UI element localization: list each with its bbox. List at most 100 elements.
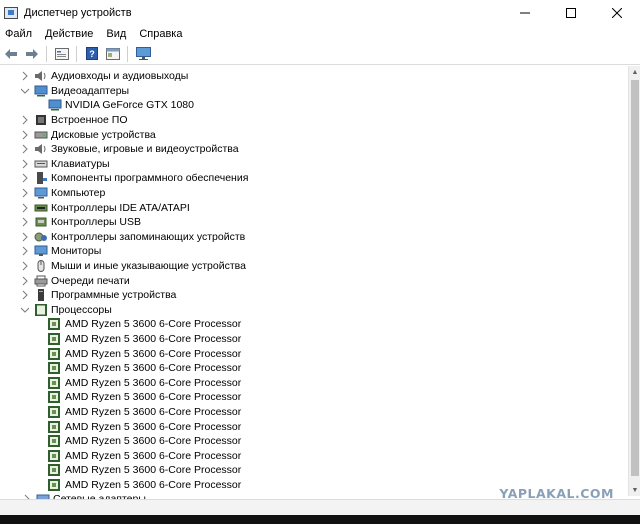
menu-file[interactable]: Файл — [5, 28, 32, 40]
forward-arrow-icon — [26, 48, 38, 59]
tree-category[interactable]: Контроллеры USB — [20, 215, 141, 230]
scrollbar-thumb[interactable] — [631, 80, 639, 476]
tree-category[interactable]: Очереди печати — [20, 273, 130, 288]
processor-chip-icon — [48, 479, 60, 492]
expand-toggle-collapsed[interactable] — [20, 290, 30, 300]
tree-device-item[interactable]: AMD Ryzen 5 3600 6-Core Processor — [48, 390, 241, 405]
tree-category[interactable]: Компоненты программного обеспечения — [20, 171, 248, 186]
tree-category[interactable]: Дисковые устройства — [20, 127, 156, 142]
chevron-right-icon[interactable] — [20, 290, 30, 300]
tree-category[interactable]: Мыши и иные указывающие устройства — [20, 259, 246, 274]
keyboard-icon — [34, 158, 48, 170]
tree-category[interactable]: Процессоры — [20, 303, 112, 318]
tree-category-label: Клавиатуры — [51, 157, 110, 170]
monitor-scan-icon — [135, 47, 151, 60]
device-tree[interactable]: Аудиовходы и аудиовыходы Видеоадаптеры NVI… — [0, 66, 628, 496]
chevron-down-icon[interactable] — [20, 86, 30, 96]
tree-category[interactable]: Контроллеры IDE ATA/ATAPI — [20, 200, 190, 215]
tree-device-item[interactable]: AMD Ryzen 5 3600 6-Core Processor — [48, 376, 241, 391]
menu-action[interactable]: Действие — [45, 28, 93, 40]
printer-icon — [34, 275, 48, 287]
scroll-down-arrow-icon[interactable]: ▼ — [629, 484, 640, 496]
tree-category-label: Видеоадаптеры — [51, 84, 130, 97]
tree-device-item[interactable]: AMD Ryzen 5 3600 6-Core Processor — [48, 405, 241, 420]
chevron-right-icon[interactable] — [20, 159, 30, 169]
expand-toggle-collapsed[interactable] — [20, 276, 30, 286]
tree-device-label: AMD Ryzen 5 3600 6-Core Processor — [65, 406, 242, 419]
chevron-right-icon[interactable] — [20, 217, 30, 227]
chevron-right-icon[interactable] — [20, 232, 30, 242]
tree-device-item[interactable]: AMD Ryzen 5 3600 6-Core Processor — [48, 419, 241, 434]
help-button[interactable]: ? — [82, 45, 102, 63]
vertical-scrollbar[interactable]: ▲ ▼ — [628, 66, 640, 496]
back-button[interactable] — [1, 45, 21, 63]
tree-category[interactable]: Видеоадаптеры — [20, 84, 129, 99]
storage-controller-icon — [34, 231, 48, 243]
expand-toggle-collapsed[interactable] — [20, 203, 30, 213]
close-button[interactable] — [594, 0, 640, 26]
chevron-down-icon[interactable] — [20, 305, 30, 315]
expand-toggle-collapsed[interactable] — [20, 115, 30, 125]
chevron-right-icon[interactable] — [20, 173, 30, 183]
tree-category[interactable]: Мониторы — [20, 244, 101, 259]
menu-help[interactable]: Справка — [139, 28, 182, 40]
chevron-right-icon[interactable] — [20, 188, 30, 198]
expand-toggle-collapsed[interactable] — [20, 246, 30, 256]
expand-toggle-collapsed[interactable] — [20, 144, 30, 154]
expand-toggle-collapsed[interactable] — [20, 173, 30, 183]
tree-device-item[interactable]: AMD Ryzen 5 3600 6-Core Processor — [48, 449, 241, 464]
chevron-right-icon[interactable] — [20, 130, 30, 140]
processor-chip-icon — [48, 376, 60, 389]
minimize-icon — [520, 12, 530, 14]
taskbar-strip — [0, 515, 640, 524]
scan-hardware-button[interactable] — [133, 45, 153, 63]
processor-chip-icon — [48, 391, 60, 404]
expand-toggle-collapsed[interactable] — [20, 159, 30, 169]
tree-category[interactable]: Программные устройства — [20, 288, 176, 303]
tree-device-item[interactable]: NVIDIA GeForce GTX 1080 — [48, 98, 194, 113]
tree-device-item[interactable]: AMD Ryzen 5 3600 6-Core Processor — [48, 463, 241, 478]
expand-toggle-collapsed[interactable] — [20, 71, 30, 81]
tree-device-item[interactable]: AMD Ryzen 5 3600 6-Core Processor — [48, 361, 241, 376]
expand-toggle-expanded[interactable] — [20, 86, 30, 96]
properties-button[interactable] — [52, 45, 72, 63]
show-hidden-button[interactable] — [103, 45, 123, 63]
tree-device-label: AMD Ryzen 5 3600 6-Core Processor — [65, 479, 242, 492]
tree-category[interactable]: Клавиатуры — [20, 157, 110, 172]
expand-toggle-expanded[interactable] — [20, 305, 30, 315]
expand-toggle-collapsed[interactable] — [20, 217, 30, 227]
tree-category-label: Дисковые устройства — [51, 128, 156, 141]
scroll-up-arrow-icon[interactable]: ▲ — [629, 66, 640, 78]
software-device-icon — [34, 289, 48, 302]
chevron-right-icon[interactable] — [20, 115, 30, 125]
tree-device-item[interactable]: AMD Ryzen 5 3600 6-Core Processor — [48, 346, 241, 361]
chevron-right-icon[interactable] — [20, 144, 30, 154]
expand-toggle-collapsed[interactable] — [20, 130, 30, 140]
menu-view[interactable]: Вид — [106, 28, 126, 40]
expand-toggle-collapsed[interactable] — [20, 261, 30, 271]
processor-chip-icon — [48, 435, 60, 448]
expand-toggle-collapsed[interactable] — [20, 232, 30, 242]
tree-device-item[interactable]: AMD Ryzen 5 3600 6-Core Processor — [48, 478, 241, 493]
tree-category[interactable]: Аудиовходы и аудиовыходы — [20, 69, 188, 84]
tree-category[interactable]: Встроенное ПО — [20, 113, 128, 128]
chevron-right-icon[interactable] — [20, 71, 30, 81]
forward-button[interactable] — [22, 45, 42, 63]
tree-device-item[interactable]: AMD Ryzen 5 3600 6-Core Processor — [48, 317, 241, 332]
chevron-right-icon[interactable] — [20, 246, 30, 256]
processor-chip-icon — [48, 449, 60, 462]
expand-toggle-collapsed[interactable] — [20, 188, 30, 198]
minimize-button[interactable] — [502, 0, 548, 26]
toolbar-separator — [76, 45, 77, 62]
chevron-right-icon[interactable] — [20, 276, 30, 286]
tree-category[interactable]: Контроллеры запоминающих устройств — [20, 230, 245, 245]
tree-device-item[interactable]: AMD Ryzen 5 3600 6-Core Processor — [48, 332, 241, 347]
tree-category[interactable]: Компьютер — [20, 186, 105, 201]
tree-category[interactable]: Звуковые, игровые и видеоустройства — [20, 142, 239, 157]
chevron-right-icon[interactable] — [20, 203, 30, 213]
chevron-right-icon[interactable] — [20, 261, 30, 271]
tree-device-item[interactable]: AMD Ryzen 5 3600 6-Core Processor — [48, 434, 241, 449]
tree-category-label: Компьютер — [51, 187, 106, 200]
maximize-button[interactable] — [548, 0, 594, 26]
tree-category-label: Мыши и иные указывающие устройства — [51, 260, 246, 273]
